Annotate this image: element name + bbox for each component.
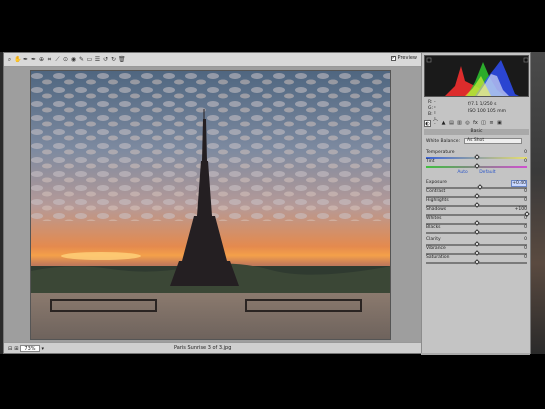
zoom-in-icon[interactable]: ⊞ <box>14 346 18 352</box>
tab-split-toning-icon[interactable]: ▥ <box>456 120 463 127</box>
camera-raw-window: ⌕ ✋ ✒ ✒ ⊕ ⌗ ⟋ ⊙ ◉ ✎ ▭ ☰ ↺ ↻ 🗑 ✓ Preview <box>3 52 531 355</box>
panel-footer <box>421 353 530 355</box>
straighten-tool-icon[interactable]: ⟋ <box>54 56 61 64</box>
desktop-right <box>531 52 545 354</box>
slider-value-field[interactable]: 0 <box>511 150 527 155</box>
histogram-graph <box>426 57 529 96</box>
slider-value-field[interactable]: 0 <box>511 255 527 260</box>
image-canvas[interactable] <box>4 67 421 342</box>
tab-presets-icon[interactable]: ≡ <box>488 120 495 127</box>
slider-value-field[interactable]: +0.40 <box>511 180 527 187</box>
slider-label: Clarity <box>426 237 441 242</box>
white-balance-select[interactable]: As Shot <box>464 138 522 144</box>
slider-label: Highlights <box>426 198 449 203</box>
tab-lens-icon[interactable]: ◎ <box>464 120 471 127</box>
tab-basic-icon[interactable]: ◐ <box>424 120 431 127</box>
auto-link[interactable]: Auto <box>457 170 467 175</box>
slider-label: Blacks <box>426 225 441 230</box>
preview-toggle[interactable]: ✓ Preview <box>390 55 417 61</box>
slider-label: Whites <box>426 216 442 221</box>
slider-label: Exposure <box>426 180 447 185</box>
slider-value-field[interactable]: 0 <box>511 216 527 221</box>
slider-label: Saturation <box>426 255 450 260</box>
rotate-ccw-icon[interactable]: ↺ <box>102 56 109 64</box>
trash-icon[interactable]: 🗑 <box>118 56 126 64</box>
adjustment-brush-tool-icon[interactable]: ✎ <box>78 56 85 64</box>
white-balance-row: White Balance: As Shot <box>426 138 527 144</box>
tab-camera-calibration-icon[interactable]: ◫ <box>480 120 487 127</box>
slider-row-saturation: Saturation 0 <box>426 255 527 265</box>
targeted-adjustment-tool-icon[interactable]: ⊕ <box>38 56 45 64</box>
tab-hsl-icon[interactable]: ▤ <box>448 120 455 127</box>
crop-tool-icon[interactable]: ⌗ <box>46 56 53 64</box>
slider-value-field[interactable]: 0 <box>511 159 527 164</box>
preferences-icon[interactable]: ☰ <box>94 56 101 64</box>
tab-snapshots-icon[interactable]: ▣ <box>496 120 503 127</box>
hand-tool-icon[interactable]: ✋ <box>14 56 21 64</box>
toolbar: ⌕ ✋ ✒ ✒ ⊕ ⌗ ⟋ ⊙ ◉ ✎ ▭ ☰ ↺ ↻ 🗑 ✓ Preview <box>4 53 421 67</box>
slider-label: Temperature <box>426 150 455 155</box>
slider-value-field[interactable]: 0 <box>511 246 527 251</box>
photo-preview <box>30 70 391 340</box>
tab-effects-icon[interactable]: fx <box>472 120 479 127</box>
exif-bottom: ISO 100 105 mm <box>468 109 506 114</box>
exif-top: f/7.1 1/250 s <box>468 102 497 107</box>
preview-label: Preview <box>397 55 417 61</box>
adjustments-panel: R: --- G: --- B: --- f/7.1 1/250 s ISO 1… <box>421 53 530 353</box>
desktop-bottom <box>0 354 545 409</box>
section-title: Basic <box>424 129 529 135</box>
spot-removal-tool-icon[interactable]: ⊙ <box>62 56 69 64</box>
white-balance-label: White Balance: <box>426 139 460 144</box>
slider-value-field[interactable]: 0 <box>511 198 527 203</box>
filename-label: Paris Sunrise 3 of 3.jpg <box>174 345 232 351</box>
zoom-out-icon[interactable]: ⊟ <box>8 346 12 352</box>
slider-label: Tint <box>426 159 435 164</box>
zoom-tool-icon[interactable]: ⌕ <box>6 56 13 64</box>
eiffel-tower-photo <box>31 71 390 339</box>
status-bar: ⊟ ⊞ 73% ▾ Paris Sunrise 3 of 3.jpg <box>4 342 421 353</box>
red-eye-tool-icon[interactable]: ◉ <box>70 56 77 64</box>
color-sampler-tool-icon[interactable]: ✒ <box>30 56 37 64</box>
default-link[interactable]: Default <box>479 170 495 175</box>
slider-label: Shadows <box>426 207 447 212</box>
slider-value-field[interactable]: +100 <box>511 207 527 212</box>
tab-detail-icon[interactable]: ▲ <box>440 120 447 127</box>
slider-value-field[interactable]: 0 <box>511 225 527 230</box>
chevron-down-icon[interactable]: ▾ <box>42 346 45 352</box>
histogram-readout: R: --- G: --- B: --- f/7.1 1/250 s ISO 1… <box>428 100 506 127</box>
slider-label: Contrast <box>426 189 446 194</box>
slider-label: Vibrance <box>426 246 446 251</box>
zoom-control[interactable]: ⊟ ⊞ 73% ▾ <box>8 345 44 352</box>
preview-checkbox[interactable]: ✓ <box>390 55 396 61</box>
slider-value-field[interactable]: 0 <box>511 237 527 242</box>
slider-row-tint: Tint 0 <box>426 159 527 169</box>
desktop-top <box>0 0 545 52</box>
tab-tone-curve-icon[interactable]: ⌒ <box>432 120 439 127</box>
zoom-level[interactable]: 73% <box>20 345 40 352</box>
panel-tabs: ◐ ⌒ ▲ ▤ ▥ ◎ fx ◫ ≡ ▣ <box>424 120 529 128</box>
slider-value-field[interactable]: 0 <box>511 189 527 194</box>
graduated-filter-tool-icon[interactable]: ▭ <box>86 56 93 64</box>
auto-default-row: Auto Default <box>422 170 531 175</box>
rotate-cw-icon[interactable]: ↻ <box>110 56 117 64</box>
white-balance-tool-icon[interactable]: ✒ <box>22 56 29 64</box>
histogram <box>424 55 529 97</box>
slider-row-blacks: Blacks 0 <box>426 225 527 235</box>
